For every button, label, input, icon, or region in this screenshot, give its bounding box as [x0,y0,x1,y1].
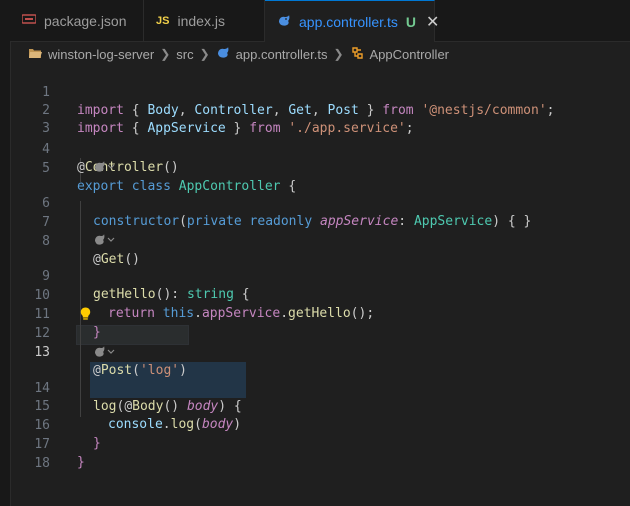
editor-window: package.json JS index.js app.controller.… [0,0,630,506]
line-number: 8 [42,234,50,249]
code-line: 13 @Post('log') [10,326,630,378]
tab-app-controller[interactable]: app.controller.ts U ✕ [265,0,439,42]
line-number: 5 [42,161,50,176]
code-line: 10 return this.appService.getHello(); [10,269,630,321]
tab-bar: package.json JS index.js app.controller.… [10,0,630,42]
breadcrumb-item[interactable]: winston-log-server [48,47,154,62]
code-line: 12 [10,307,630,341]
git-status-badge: U [405,13,416,30]
class-symbol-icon [350,46,364,63]
codelens-actions[interactable] [94,234,116,248]
code-line: 8 @Get() [10,215,630,267]
json-icon [21,14,37,27]
code-line: 1 import { Body, Controller, Get, Post }… [10,66,630,118]
breadcrumb: winston-log-server ❯ src ❯ app.controlle… [10,42,630,66]
nest-codelens-icon [95,161,115,172]
js-icon: JS [156,14,170,27]
tab-index-js[interactable]: JS index.js [144,0,265,41]
code-line: 17 } [10,418,630,470]
breadcrumb-item[interactable]: src [176,47,193,62]
folder-icon [28,47,42,62]
lightbulb-icon[interactable] [80,307,91,325]
line-number: 13 [34,345,50,360]
tab-label: app.controller.ts [299,13,398,30]
tab-label: index.js [177,12,225,29]
breadcrumb-item[interactable]: AppController [370,47,450,62]
nest-icon [216,46,230,62]
nest-icon [277,14,291,30]
code-line: 5 export class AppController { [10,142,630,194]
codelens-actions[interactable] [94,346,116,360]
code-line: 11 } [10,288,630,340]
chevron-right-icon: ❯ [160,47,171,61]
close-icon[interactable]: ✕ [426,12,439,32]
code-line: 18 [10,437,630,471]
code-line: 14 log(@Body() body) { [10,362,630,414]
code-line: 16 } [10,399,630,451]
code-editor[interactable]: 1 import { Body, Controller, Get, Post }… [10,66,630,506]
code-line: 15 console.log(body) [10,380,630,432]
chevron-right-icon: ❯ [333,47,344,61]
tab-label: package.json [44,12,127,29]
code-line: 6 constructor(private readonly appServic… [10,177,630,229]
code-line: 3 [10,102,630,136]
nest-codelens-icon [95,346,115,357]
nest-codelens-icon [95,234,115,245]
tab-package-json[interactable]: package.json [10,0,144,41]
chevron-right-icon: ❯ [199,47,210,61]
code-line: 2 import { AppService } from './app.serv… [10,84,630,136]
breadcrumb-item[interactable]: app.controller.ts [236,47,328,62]
code-line: 9 getHello(): string { [10,250,630,302]
code-line: 4 @Controller() [10,123,630,175]
codelens-actions[interactable] [94,161,116,175]
line-number: 18 [34,456,50,471]
code-line: 7 [10,196,630,230]
